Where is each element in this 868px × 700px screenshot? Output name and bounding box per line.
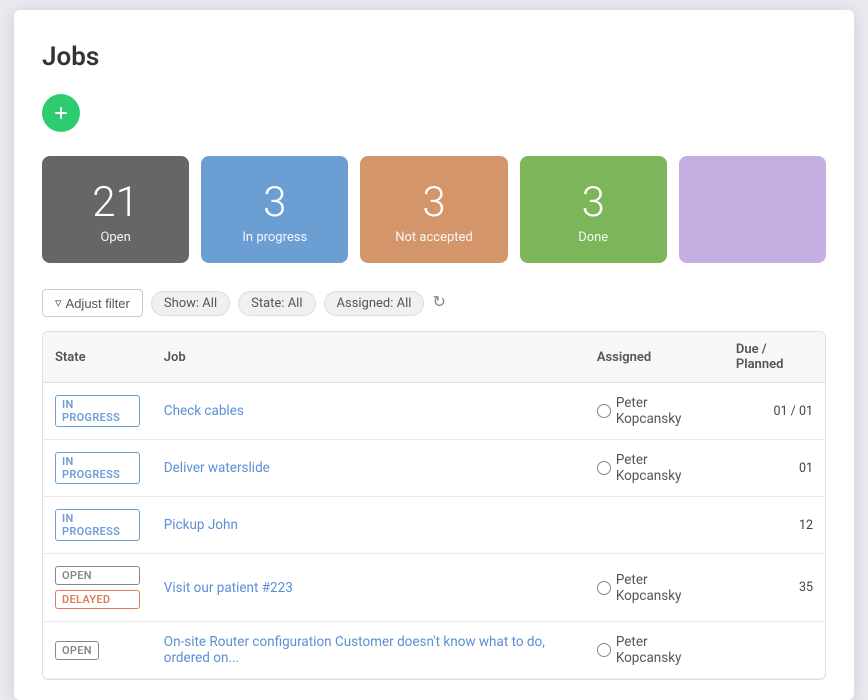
assigned-label: Assigned: [337, 296, 394, 311]
show-value: All [202, 296, 217, 311]
jobs-table: State Job Assigned Due / Planned IN PROG… [43, 332, 825, 679]
person-icon [597, 643, 611, 657]
assigned-cell: Peter Kopcansky [585, 383, 724, 440]
adjust-filter-button[interactable]: ▿ Adjust filter [42, 289, 143, 317]
table-row: IN PROGRESS Check cables Peter Kopcansky 01… [43, 383, 825, 440]
job-link[interactable]: Visit our patient #223 [164, 580, 293, 596]
stat-notaccepted-number: 3 [422, 180, 445, 226]
job-cell: Visit our patient #223 [152, 554, 585, 622]
state-cell: IN PROGRESS [43, 440, 152, 497]
due-cell: 12 [724, 497, 825, 554]
stat-card-notaccepted[interactable]: 3 Not accepted [360, 156, 507, 263]
stat-card-done[interactable]: 3 Done [520, 156, 667, 263]
job-link[interactable]: On-site Router configuration Customer do… [164, 634, 545, 666]
assigned-cell: Peter Kopcansky [585, 440, 724, 497]
col-assigned: Assigned [585, 332, 724, 383]
person-icon [597, 461, 611, 475]
person-icon [597, 404, 611, 418]
col-due: Due / Planned [724, 332, 825, 383]
job-link[interactable]: Deliver waterslide [164, 460, 270, 476]
filter-icon: ▿ [55, 295, 62, 311]
job-cell: Deliver waterslide [152, 440, 585, 497]
table-header-row: State Job Assigned Due / Planned [43, 332, 825, 383]
show-label: Show: [164, 296, 199, 311]
state-value: All [288, 296, 303, 311]
job-cell: Check cables [152, 383, 585, 440]
due-cell [724, 622, 825, 679]
due-cell: 01 / 01 [724, 383, 825, 440]
state-badge: OPEN [55, 641, 99, 660]
assigned-cell [585, 497, 724, 554]
job-link[interactable]: Pickup John [164, 517, 238, 533]
add-job-button[interactable] [42, 94, 80, 132]
assigned-cell: Peter Kopcansky [585, 554, 724, 622]
assigned-name: Peter Kopcansky [616, 395, 712, 427]
assigned-value: All [397, 296, 412, 311]
table-row: IN PROGRESS Deliver waterslide Peter Kopca… [43, 440, 825, 497]
state-badge: IN PROGRESS [55, 395, 140, 427]
state-badge-open: OPEN [55, 566, 140, 585]
state-badge: IN PROGRESS [55, 452, 140, 484]
table-row: OPEN DELAYED Visit our patient #223 Peter K… [43, 554, 825, 622]
stat-inprogress-label: In progress [242, 230, 307, 245]
state-badge-delayed: DELAYED [55, 590, 140, 609]
person-icon [597, 581, 611, 595]
stat-notaccepted-label: Not accepted [395, 230, 473, 245]
table-row: OPEN On-site Router configuration Custome… [43, 622, 825, 679]
main-window: Jobs 21 Open 3 In progress 3 Not accepte… [14, 10, 854, 700]
stat-card-extra[interactable] [679, 156, 826, 263]
stat-done-number: 3 [582, 180, 605, 226]
assigned-filter-pill[interactable]: Assigned: All [324, 291, 425, 316]
filter-bar: ▿ Adjust filter Show: All State: All Ass… [42, 289, 826, 317]
adjust-filter-label: Adjust filter [66, 296, 130, 311]
job-cell: Pickup John [152, 497, 585, 554]
stat-inprogress-number: 3 [263, 180, 286, 226]
stat-card-open[interactable]: 21 Open [42, 156, 189, 263]
due-cell: 35 [724, 554, 825, 622]
col-job: Job [152, 332, 585, 383]
stat-card-inprogress[interactable]: 3 In progress [201, 156, 348, 263]
refresh-icon[interactable]: ↻ [432, 292, 454, 314]
assigned-name: Peter Kopcansky [616, 572, 712, 604]
show-filter-pill[interactable]: Show: All [151, 291, 230, 316]
state-label: State: [251, 296, 284, 311]
assigned-cell: Peter Kopcansky [585, 622, 724, 679]
jobs-table-wrapper: State Job Assigned Due / Planned IN PROG… [42, 331, 826, 680]
job-link[interactable]: Check cables [164, 403, 244, 419]
stat-open-number: 21 [92, 180, 139, 226]
due-cell: 01 [724, 440, 825, 497]
state-filter-pill[interactable]: State: All [238, 291, 315, 316]
state-cell: OPEN [43, 622, 152, 679]
job-cell: On-site Router configuration Customer do… [152, 622, 585, 679]
table-row: IN PROGRESS Pickup John 12 [43, 497, 825, 554]
state-cell: IN PROGRESS [43, 497, 152, 554]
state-cell: OPEN DELAYED [43, 554, 152, 622]
page-title: Jobs [42, 42, 826, 72]
stat-done-label: Done [578, 230, 608, 245]
stat-cards: 21 Open 3 In progress 3 Not accepted 3 D… [42, 156, 826, 263]
state-badge: IN PROGRESS [55, 509, 140, 541]
assigned-name: Peter Kopcansky [616, 634, 712, 666]
assigned-name: Peter Kopcansky [616, 452, 712, 484]
col-state: State [43, 332, 152, 383]
stat-open-label: Open [100, 230, 130, 245]
state-cell: IN PROGRESS [43, 383, 152, 440]
